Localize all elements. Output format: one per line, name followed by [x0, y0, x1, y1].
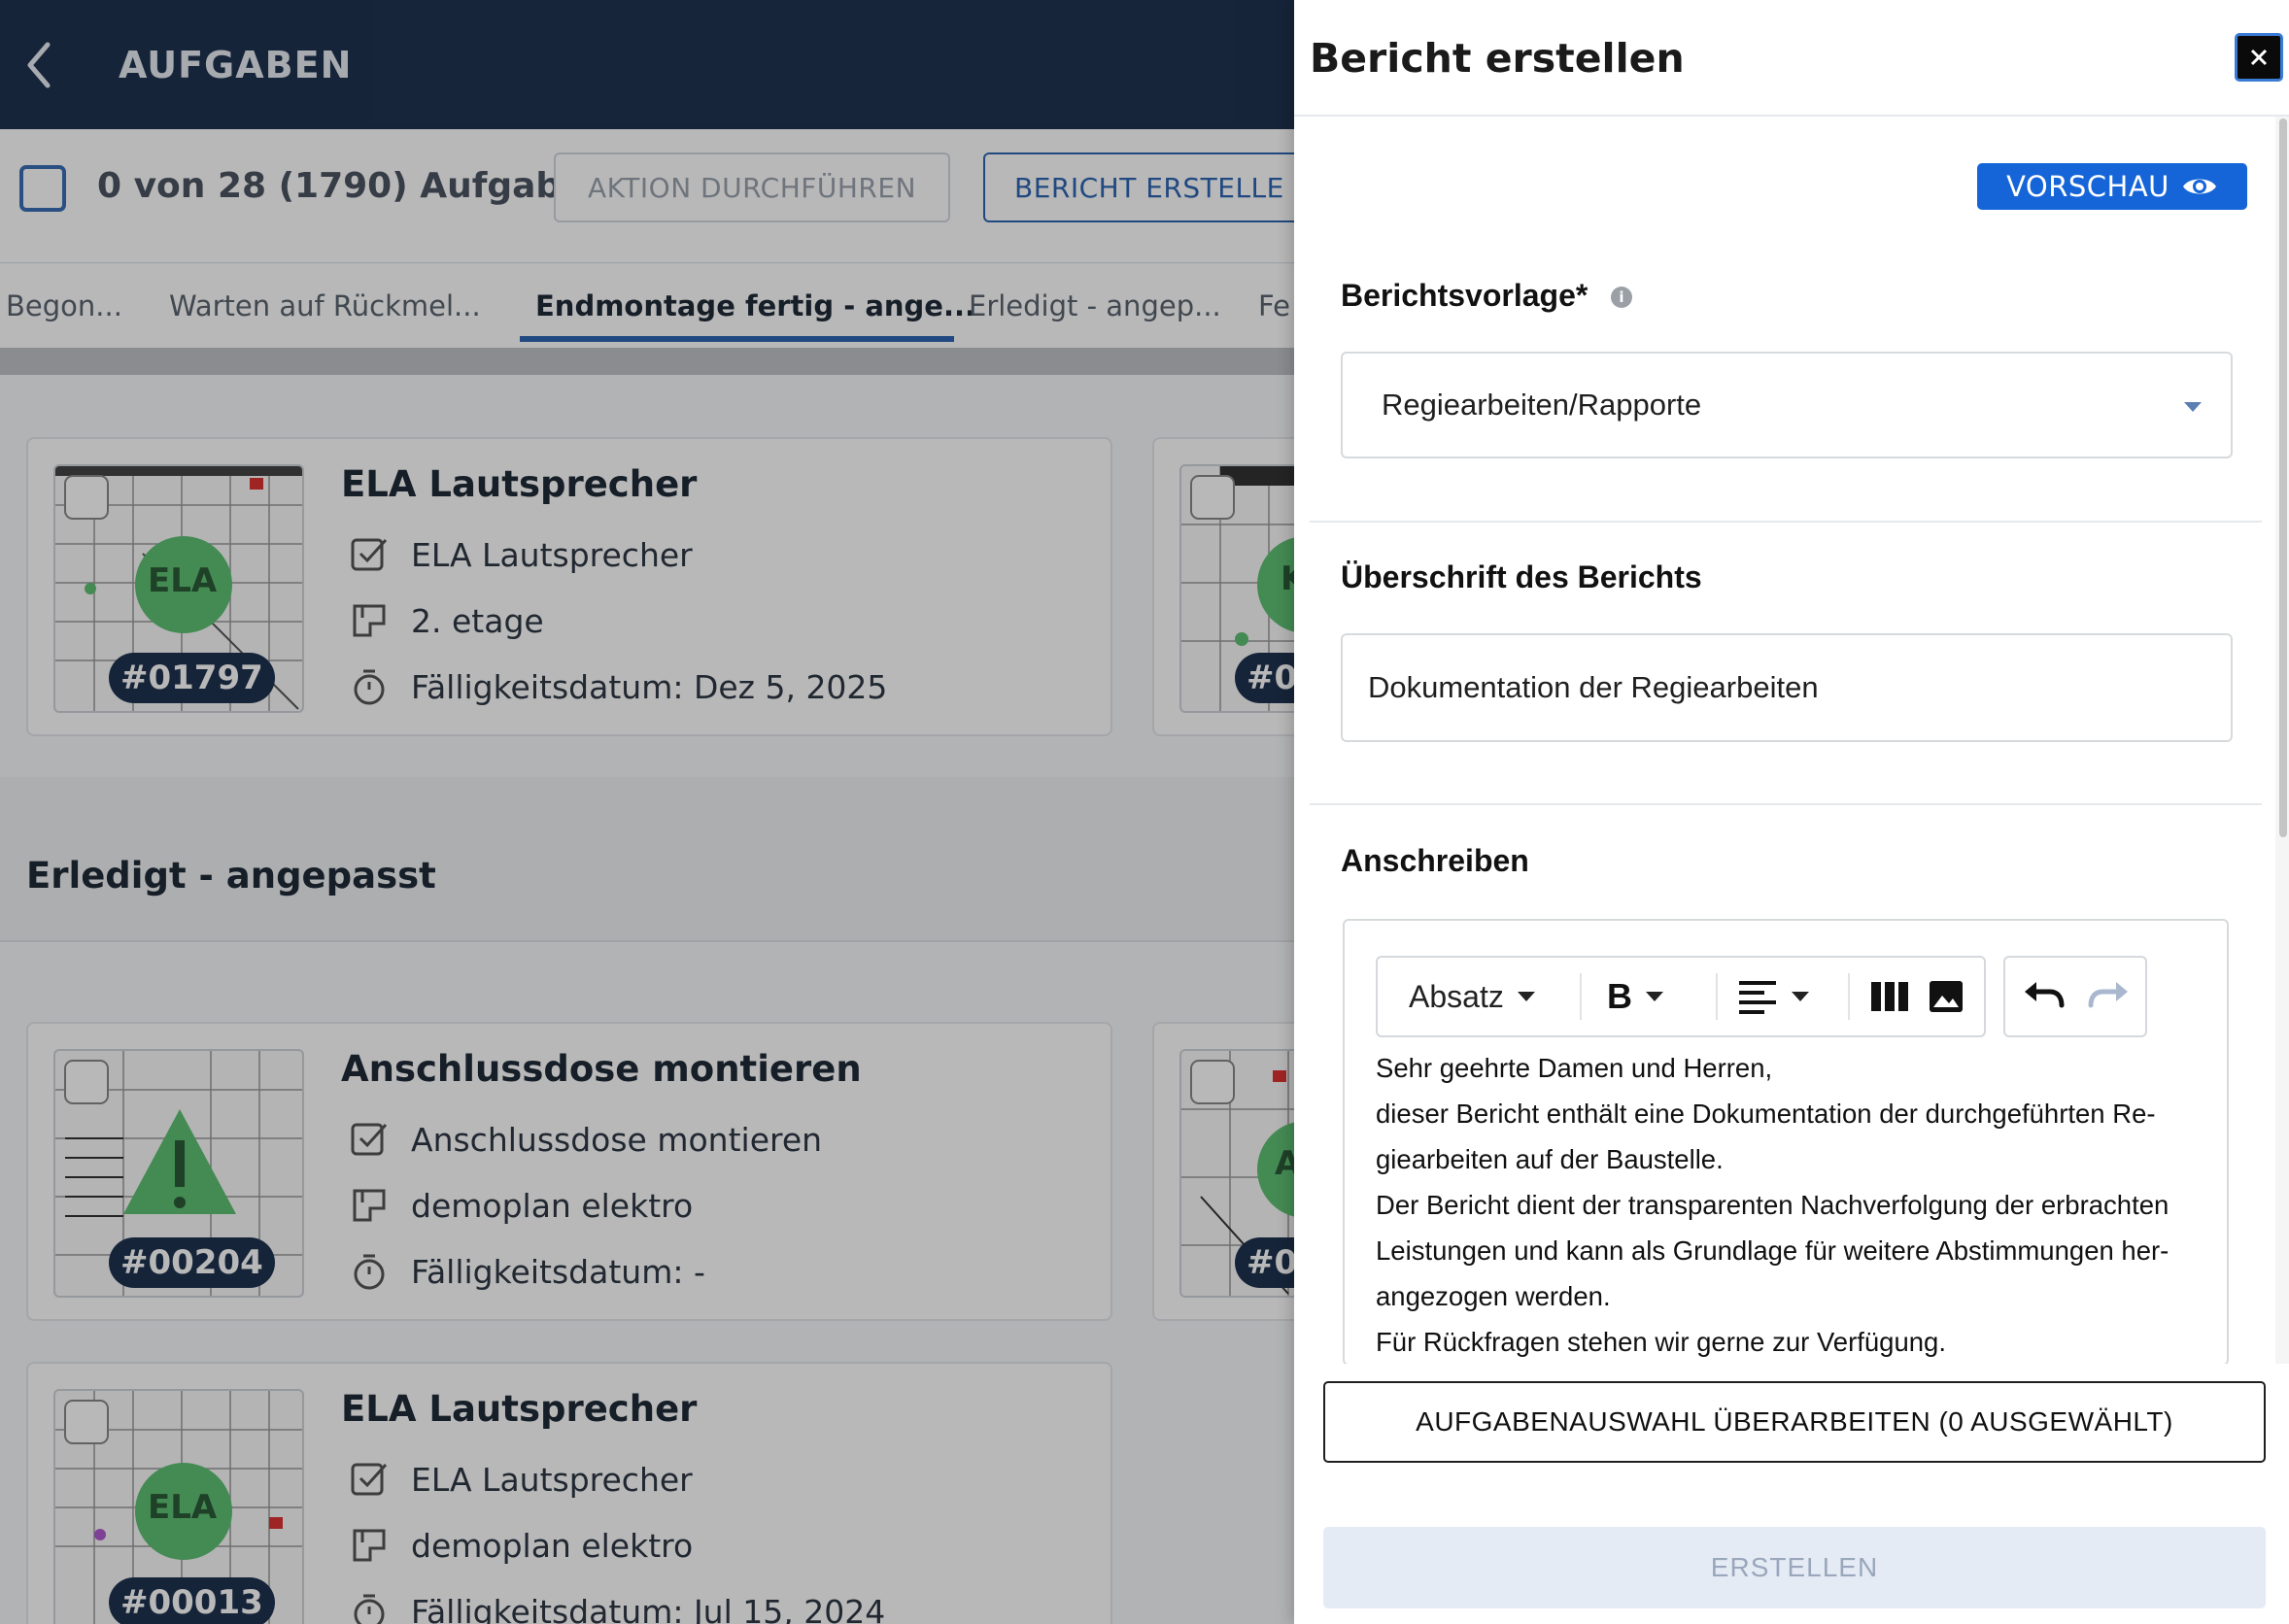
template-select-value: Regiearbeiten/Rapporte: [1382, 388, 1702, 422]
preview-button-label: VORSCHAU: [2006, 170, 2169, 203]
eye-icon: [2182, 179, 2216, 194]
template-select[interactable]: Regiearbeiten/Rapporte: [1341, 352, 2233, 458]
chevron-down-icon: [1792, 992, 1809, 1001]
info-icon[interactable]: i: [1611, 287, 1632, 308]
columns-icon: [1871, 982, 1908, 1011]
chevron-down-icon: [1646, 992, 1663, 1001]
editor-content[interactable]: Sehr geehrte Damen und Herren, dieser Be…: [1376, 1045, 2202, 1364]
paragraph-style-label: Absatz: [1409, 978, 1504, 1014]
preview-button[interactable]: VORSCHAU: [1977, 163, 2247, 210]
heading-label: Überschrift des Berichts: [1341, 559, 1702, 594]
insert-image-button[interactable]: [1930, 958, 1963, 1035]
create-button[interactable]: ERSTELLEN: [1323, 1527, 2266, 1608]
bold-icon: B: [1607, 976, 1632, 1016]
chevron-down-icon: [1517, 992, 1535, 1001]
paragraph-style-dropdown[interactable]: Absatz: [1409, 958, 1535, 1035]
report-heading-value: Dokumentation der Regiearbeiten: [1368, 670, 1819, 704]
toolbar-separator: [1848, 973, 1850, 1020]
image-icon: [1930, 981, 1963, 1012]
editor-line: Sehr geehrte Damen und Herren,: [1376, 1053, 1773, 1083]
alignment-dropdown[interactable]: [1739, 958, 1809, 1035]
editor-line: angezogen werden.: [1376, 1281, 1611, 1311]
bold-dropdown[interactable]: B: [1607, 958, 1663, 1035]
template-label: Berichtsvorlage*: [1341, 278, 1589, 313]
redo-icon: [2088, 982, 2128, 1008]
editor-line: Leistungen und kann als Grundlage für we…: [1376, 1235, 2169, 1266]
editor-line: Für Rückfragen stehen wir gerne zur Verf…: [1376, 1327, 1946, 1357]
revise-task-selection-button[interactable]: AUFGABENAUSWAHL ÜBERARBEITEN (0 AUSGEWÄH…: [1323, 1381, 2266, 1463]
toolbar-separator: [1716, 973, 1718, 1020]
report-heading-input[interactable]: Dokumentation der Regiearbeiten: [1341, 633, 2233, 742]
editor-line: dieser Bericht enthält eine Dokumentatio…: [1376, 1099, 2156, 1129]
dropdown-arrow-icon: [2184, 402, 2202, 412]
drawer-footer: AUFGABENAUSWAHL ÜBERARBEITEN (0 AUSGEWÄH…: [1294, 1364, 2289, 1624]
drawer-title: Bericht erstellen: [1310, 35, 1685, 82]
editor-toolbar: Absatz B: [1376, 956, 1986, 1037]
redo-button[interactable]: [2087, 958, 2130, 1035]
history-toolbar: [2003, 956, 2147, 1037]
undo-icon: [2025, 982, 2065, 1008]
columns-button[interactable]: [1871, 958, 1908, 1035]
modal-backdrop[interactable]: [0, 0, 1294, 1624]
align-left-icon: [1739, 981, 1776, 1014]
editor-line: Der Bericht dient der transparenten Nach…: [1376, 1190, 2169, 1220]
editor-line: giearbeiten auf der Baustelle.: [1376, 1144, 1724, 1174]
cover-letter-label: Anschreiben: [1341, 843, 1529, 878]
close-button[interactable]: [2235, 33, 2283, 82]
create-report-drawer: Bericht erstellen VORSCHAU Berichtsvorla…: [1294, 0, 2289, 1624]
close-icon: [2250, 49, 2268, 66]
scrollbar-thumb[interactable]: [2279, 118, 2287, 837]
toolbar-separator: [1580, 973, 1582, 1020]
drawer-header: Bericht erstellen: [1294, 0, 2289, 117]
section-divider: [1310, 521, 2262, 523]
cover-letter-editor[interactable]: Absatz B Sehr geehrte Damen und Herren, …: [1343, 919, 2229, 1366]
section-divider: [1310, 803, 2262, 805]
undo-button[interactable]: [2023, 958, 2066, 1035]
